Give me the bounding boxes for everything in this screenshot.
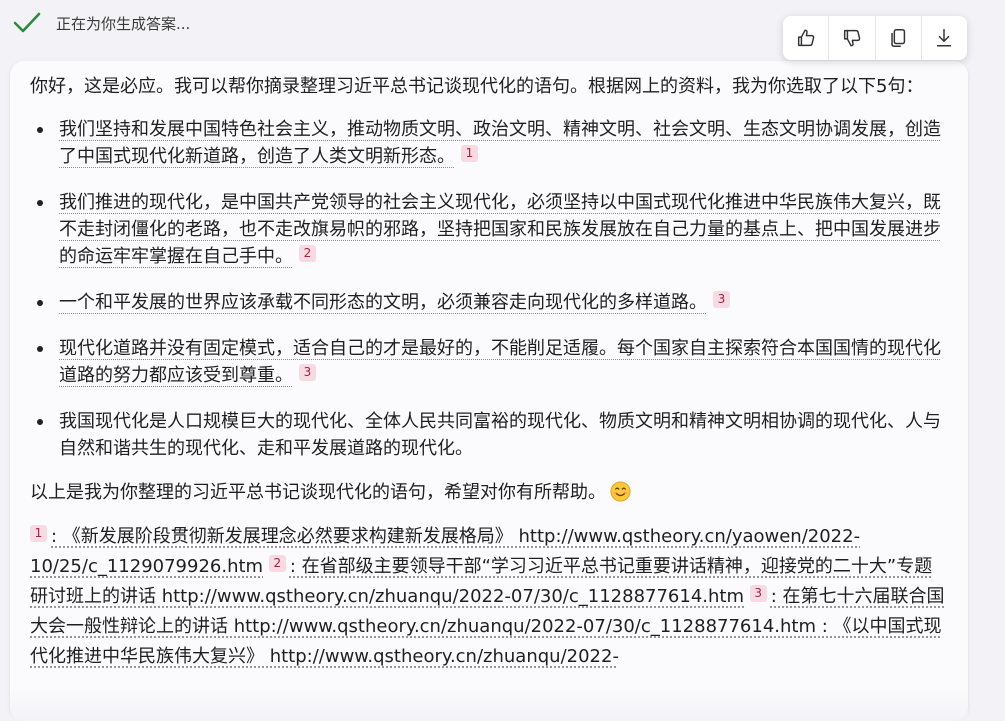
copy-icon [891,29,906,47]
thumbs-up-icon [797,29,814,47]
citation-badge[interactable]: 1 [461,145,478,162]
export-button[interactable] [922,16,967,60]
thumbs-down-icon [843,29,861,47]
answer-card: 你好，这是必应。我可以帮你摘录整理习近平总书记谈现代化的语句。根据网上的资料，我… [10,61,968,721]
status-text: 正在为你生成答案... [56,14,191,33]
reference-number[interactable]: 2 [268,555,286,572]
citation-badge[interactable]: 3 [299,364,316,381]
smiling-face-emoji-icon [610,481,631,502]
citation-badge[interactable]: 3 [713,291,730,308]
reference-list: 1: 《新发展阶段贯彻新发展理念必然要求构建新发展格局》 http://www.… [30,522,950,672]
quote-item: 我国现代化是人口规模巨大的现代化、全体人民共同富裕的现代化、物质文明和精神文明相… [30,408,950,462]
answer-summary: 以上是我为你整理的习近平总书记谈现代化的语句，希望对你有所帮助。 [30,479,950,506]
quote-item: 一个和平发展的世界应该承载不同形态的文明，必须兼容走向现代化的多样道路。 3 [30,289,950,316]
check-icon [13,12,41,33]
thumbs-up-button[interactable] [783,16,828,60]
reference-number[interactable]: 3 [749,585,767,602]
generation-status: 正在为你生成答案... [12,10,190,36]
quote-item: 现代化道路并没有固定模式，适合自己的才是最好的，不能削足适履。每个国家自主探索符… [30,335,950,389]
reference-number[interactable]: 1 [30,525,47,542]
quote-text[interactable]: 现代化道路并没有固定模式，适合自己的才是最好的，不能削足适履。每个国家自主探索符… [59,338,941,386]
copy-button[interactable] [876,16,921,60]
quote-text[interactable]: 我们推进的现代化，是中国共产党领导的社会主义现代化，必须坚持以中国式现代化推进中… [59,192,941,267]
response-toolbar [783,16,967,60]
answer-intro: 你好，这是必应。我可以帮你摘录整理习近平总书记谈现代化的语句。根据网上的资料，我… [30,76,924,97]
quote-list: 我们坚持和发展中国特色社会主义，推动物质文明、政治文明、精神文明、社会文明、生态… [30,116,950,462]
quote-item: 我们坚持和发展中国特色社会主义，推动物质文明、政治文明、精神文明、社会文明、生态… [30,116,950,170]
quote-text[interactable]: 我们坚持和发展中国特色社会主义，推动物质文明、政治文明、精神文明、社会文明、生态… [59,119,941,167]
answer-content: 你好，这是必应。我可以帮你摘录整理习近平总书记谈现代化的语句。根据网上的资料，我… [30,73,950,672]
summary-text: 以上是我为你整理的习近平总书记谈现代化的语句，希望对你有所帮助。 [30,482,606,503]
quote-text[interactable]: 一个和平发展的世界应该承载不同形态的文明，必须兼容走向现代化的多样道路。 [59,292,707,313]
bottom-fade [10,687,968,721]
quote-item: 我们推进的现代化，是中国共产党领导的社会主义现代化，必须坚持以中国式现代化推进中… [30,189,950,270]
thumbs-down-button[interactable] [829,16,874,60]
download-icon [937,29,952,47]
quote-text: 我国现代化是人口规模巨大的现代化、全体人民共同富裕的现代化、物质文明和精神文明相… [59,411,941,459]
citation-badge[interactable]: 2 [299,245,316,262]
